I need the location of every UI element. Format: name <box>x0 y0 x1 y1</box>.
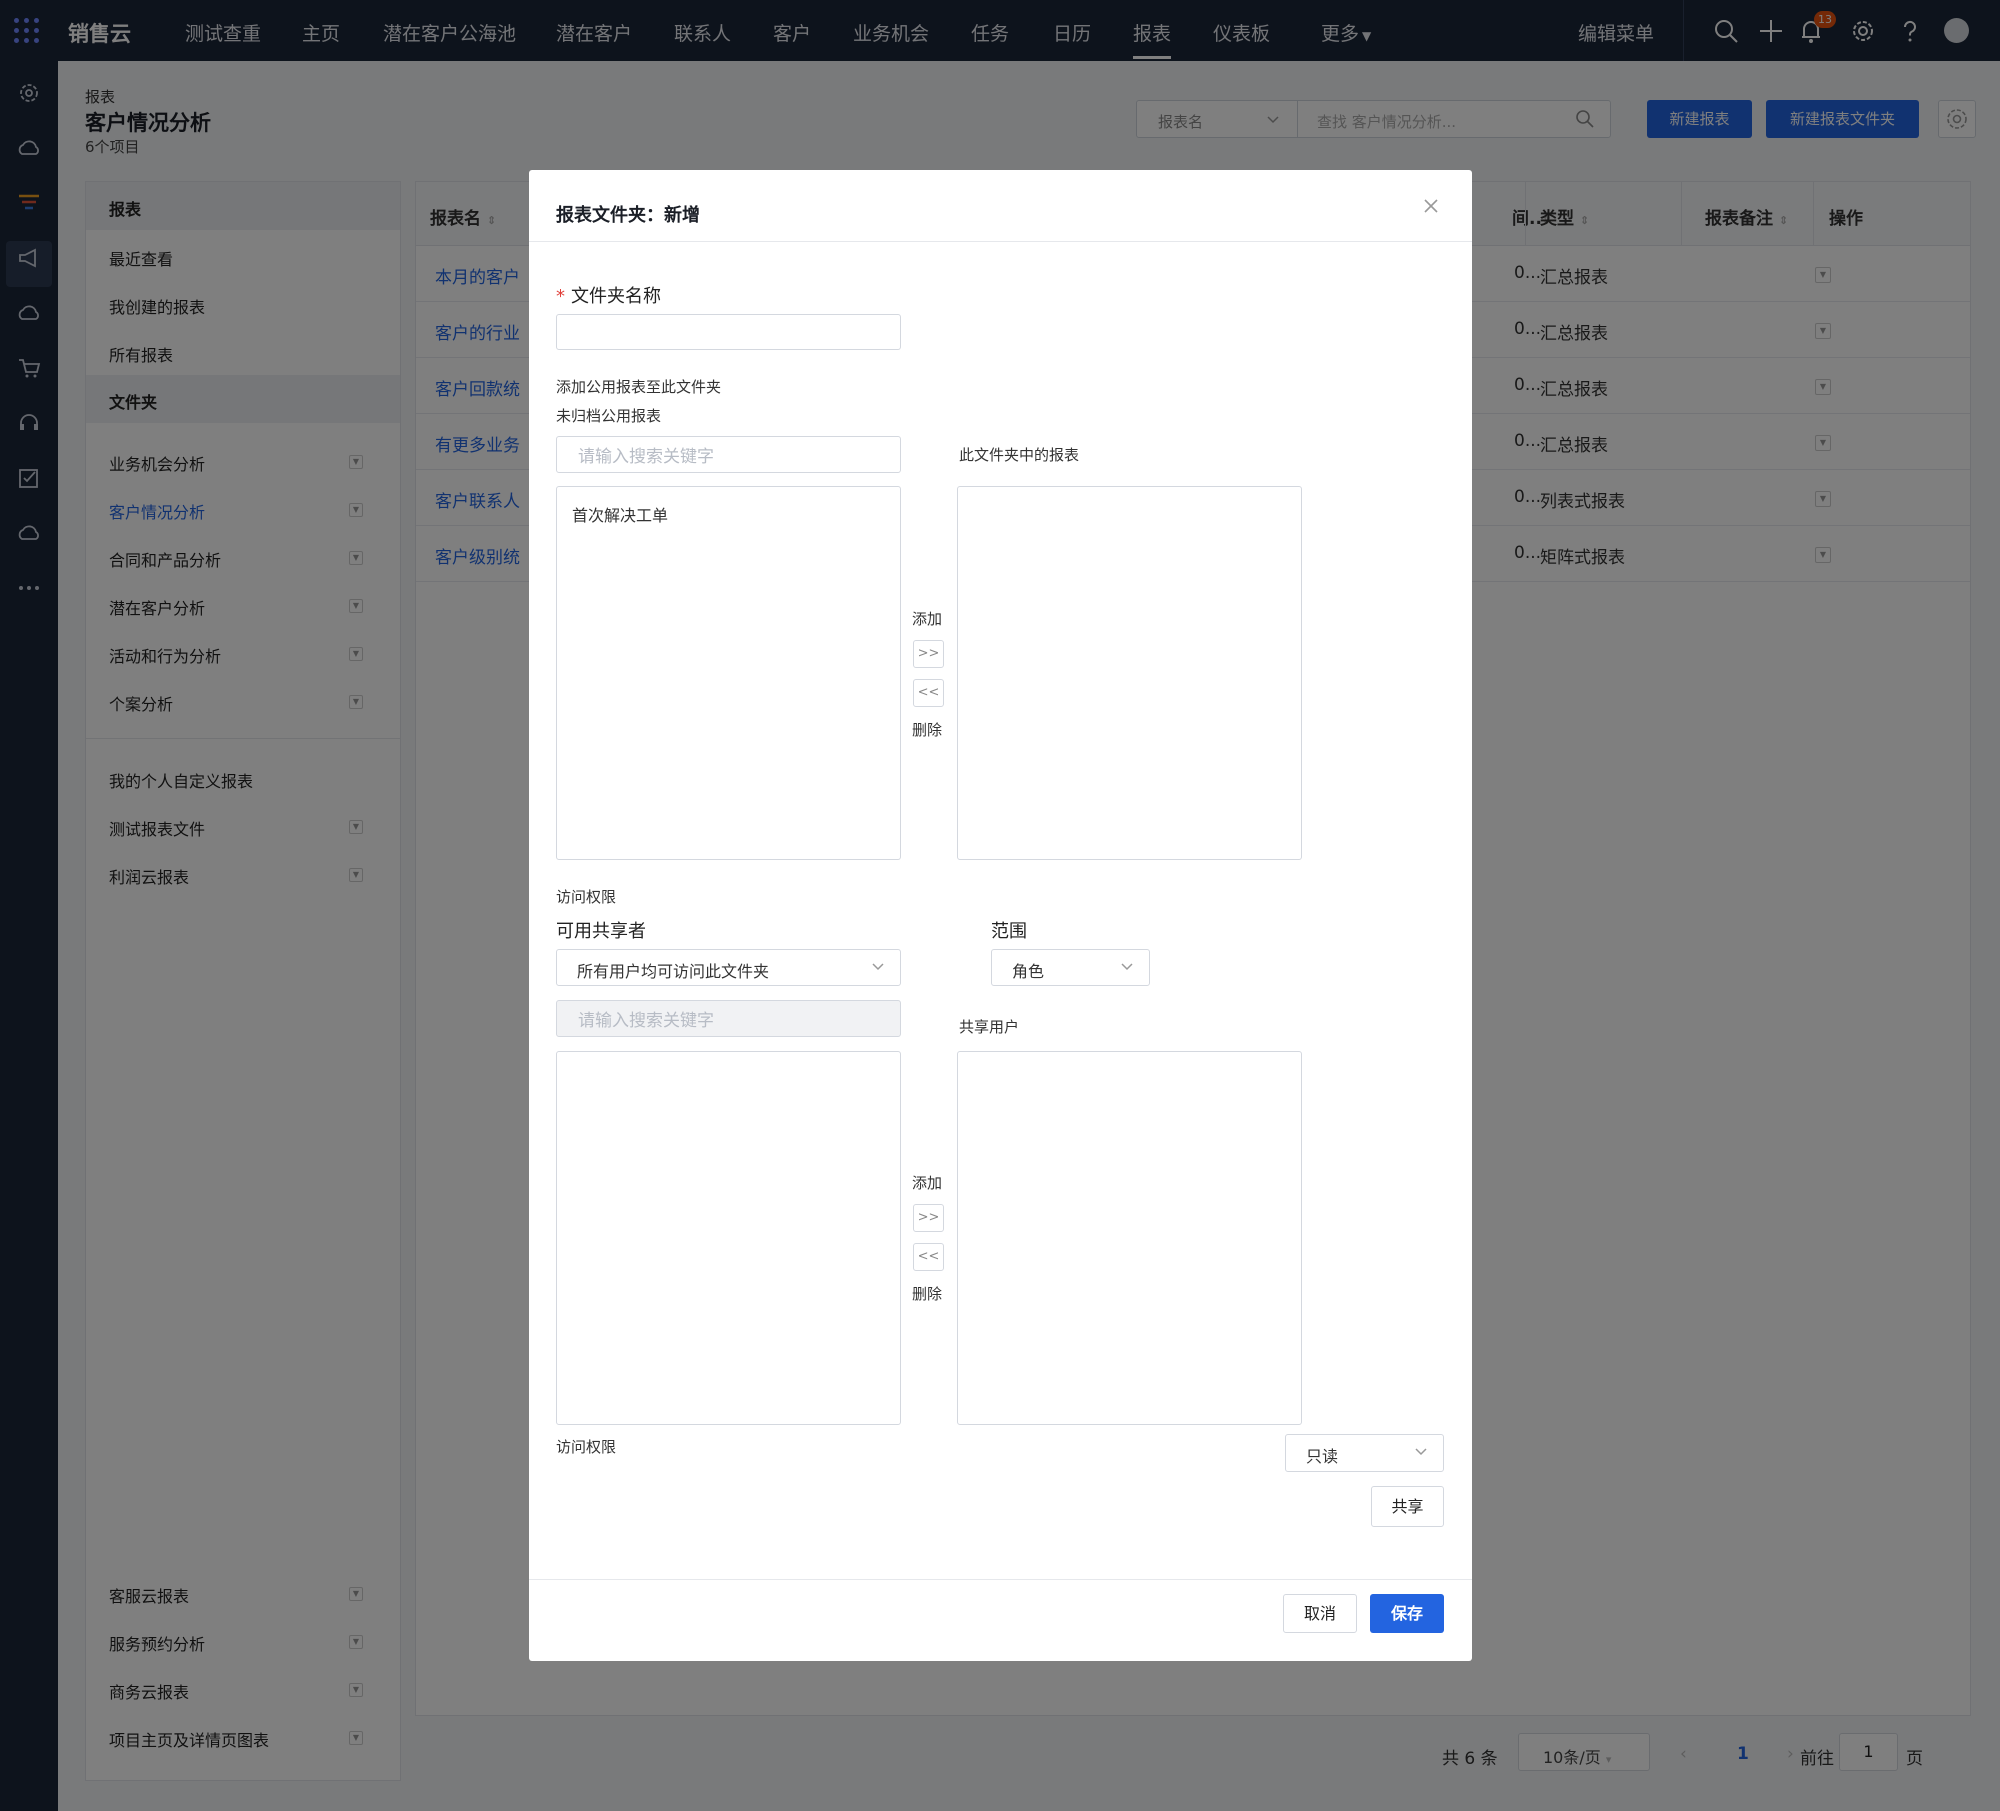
new-report-folder-dialog: 报表文件夹：新增 * 文件夹名称 添加公用报表至此文件夹 未归档公用报表 请输入搜… <box>529 170 1472 1661</box>
divider <box>529 241 1472 242</box>
scope-value: 角色 <box>1012 962 1045 981</box>
sharers-value: 所有用户均可访问此文件夹 <box>577 962 770 981</box>
share-search-placeholder: 请输入搜索关键字 <box>578 1011 714 1031</box>
folder-reports-list[interactable] <box>957 486 1302 860</box>
scope-select[interactable]: 角色 <box>991 949 1150 986</box>
folder-name-label: * 文件夹名称 <box>556 282 661 308</box>
shared-users-label: 共享用户 <box>959 1018 1020 1036</box>
scope-label: 范围 <box>991 921 1027 942</box>
sharers-select[interactable]: 所有用户均可访问此文件夹 <box>556 949 901 986</box>
divider <box>529 1579 1472 1580</box>
sharers-label: 可用共享者 <box>556 921 646 942</box>
add-label: 添加 <box>912 610 943 628</box>
add-public-reports-label: 添加公用报表至此文件夹 <box>556 378 722 396</box>
move-left-button[interactable]: << <box>913 1243 944 1271</box>
share-search-input[interactable]: 请输入搜索关键字 <box>556 1000 901 1037</box>
unfiled-reports-label: 未归档公用报表 <box>556 407 662 425</box>
chevron-down-icon <box>1415 1448 1427 1456</box>
folder-reports-label: 此文件夹中的报表 <box>959 446 1080 464</box>
access-level-label: 访问权限 <box>556 1438 617 1456</box>
access-label: 访问权限 <box>556 888 617 906</box>
remove-label: 删除 <box>912 1285 943 1303</box>
close-icon[interactable] <box>1421 196 1441 216</box>
chevron-down-icon <box>1121 963 1133 971</box>
cancel-button[interactable]: 取消 <box>1283 1594 1357 1633</box>
move-right-button[interactable]: >> <box>913 640 944 668</box>
save-button[interactable]: 保存 <box>1370 1594 1444 1633</box>
move-right-button[interactable]: >> <box>913 1204 944 1232</box>
required-marker: * <box>556 286 565 307</box>
shared-users-list[interactable] <box>957 1051 1302 1425</box>
unfiled-search-placeholder: 请输入搜索关键字 <box>578 447 714 467</box>
access-level-select[interactable]: 只读 <box>1285 1434 1444 1472</box>
move-left-button[interactable]: << <box>913 679 944 707</box>
unfiled-reports-list[interactable]: 首次解决工单 <box>556 486 901 860</box>
folder-name-input[interactable] <box>556 314 901 350</box>
list-item[interactable]: 首次解决工单 <box>572 502 668 526</box>
unfiled-search-input[interactable]: 请输入搜索关键字 <box>556 436 901 473</box>
remove-label: 删除 <box>912 721 943 739</box>
dialog-title: 报表文件夹：新增 <box>556 205 700 226</box>
add-label: 添加 <box>912 1174 943 1192</box>
folder-name-text: 文件夹名称 <box>571 286 661 307</box>
access-level-value: 只读 <box>1306 1447 1339 1466</box>
share-button[interactable]: 共享 <box>1371 1486 1444 1527</box>
available-sharers-list[interactable] <box>556 1051 901 1425</box>
chevron-down-icon <box>872 963 884 971</box>
